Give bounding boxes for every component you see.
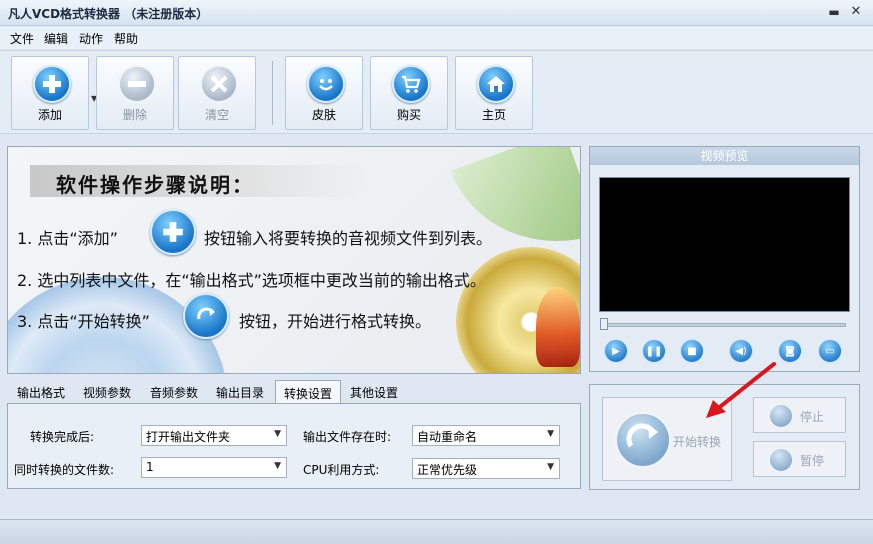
video-screen [599,177,850,312]
refresh-icon [615,412,671,468]
preview-title: 视频预览 [590,147,859,165]
pause-icon [769,448,793,472]
file-exists-select[interactable]: 自动重命名 ▼ [412,425,560,446]
stop-convert-label: 停止 [800,410,825,424]
pause-icon: ❚❚ [645,345,663,357]
step-1-text: 1. 点击“添加” [17,229,118,248]
convert-settings-panel: 转换完成后: 打开输出文件夹 ▼ 输出文件存在时: 自动重命名 ▼ 同时转换的文… [7,403,581,489]
guide-heading: 软件操作步骤说明： [56,173,254,197]
cpu-mode-label: CPU利用方式: [303,463,380,477]
video-preview-panel: 视频预览 ▶ ❚❚ ■ ◀) ◙ ▭ [589,146,860,372]
stop-icon: ■ [687,345,697,357]
tab-output-format[interactable]: 输出格式 [9,380,73,404]
seek-bar[interactable] [604,323,846,327]
menu-help[interactable]: 帮助 [114,30,138,47]
step-3-text-end: 按钮，开始进行格式转换。 [239,312,432,331]
toolbar: 添加 ▼ 删除 清空 皮肤 购买 主页 [0,50,873,134]
cpu-mode-value: 正常优先级 [417,463,478,477]
window-title: 凡人VCD格式转换器 （未注册版本） [8,7,209,21]
flame-graphic [536,287,580,367]
buy-button[interactable]: 购买 [370,56,448,130]
after-convert-value: 打开输出文件夹 [146,430,231,444]
minimize-button[interactable]: ▬ [825,3,843,21]
file-exists-label: 输出文件存在时: [303,430,392,444]
tab-other-settings[interactable]: 其他设置 [342,380,406,404]
skin-button[interactable]: 皮肤 [285,56,363,130]
pause-convert-label: 暂停 [800,454,825,468]
clear-button[interactable]: 清空 [178,56,256,130]
pause-convert-button[interactable]: 暂停 [753,441,846,477]
after-convert-select[interactable]: 打开输出文件夹 ▼ [141,425,287,446]
chevron-down-icon: ▼ [547,429,554,439]
speaker-icon: ◀) [735,345,747,357]
add-button[interactable]: 添加 ▼ [11,56,97,130]
minus-icon [118,65,156,103]
title-bar: 凡人VCD格式转换器 （未注册版本） ▬ ✕ [0,0,873,26]
delete-label: 删除 [122,108,147,122]
cart-icon [392,65,430,103]
tab-output-dir[interactable]: 输出目录 [208,380,272,404]
add-label: 添加 [37,108,62,122]
menu-file[interactable]: 文件 [10,30,34,47]
refresh-icon [183,293,229,339]
tab-video-params[interactable]: 视频参数 [75,380,139,404]
concurrent-files-value: 1 [146,460,154,474]
chevron-down-icon: ▼ [274,429,281,439]
annotation-arrow [706,362,776,418]
clear-label: 清空 [204,108,229,122]
camera-icon: ◙ [785,345,795,357]
close-button[interactable]: ✕ [847,3,865,21]
heading-bar: 软件操作步骤说明： [30,165,370,197]
home-label: 主页 [481,108,506,122]
smiley-icon [307,65,345,103]
menu-bar: 文件 编辑 动作 帮助 [0,27,873,49]
skin-label: 皮肤 [311,108,336,122]
chevron-down-icon: ▼ [274,461,281,471]
step-3-text: 3. 点击“开始转换” [17,312,150,331]
home-button[interactable]: 主页 [455,56,533,130]
buy-label: 购买 [396,108,421,122]
seek-handle[interactable] [600,318,608,330]
open-folder-button[interactable]: ▭ [818,339,842,363]
menu-action[interactable]: 动作 [79,30,103,47]
file-exists-value: 自动重命名 [417,430,478,444]
tab-convert-settings[interactable]: 转换设置 [275,380,342,405]
concurrent-files-label: 同时转换的文件数: [14,463,115,477]
folder-icon: ▭ [825,345,835,357]
chevron-down-icon: ▼ [547,462,554,472]
snapshot-button[interactable]: ◙ [778,339,802,363]
play-button[interactable]: ▶ [604,339,628,363]
status-bar [0,519,873,544]
plus-icon [150,209,196,255]
step-2-text: 2. 选中列表中文件，在“输出格式”选项框中更改当前的输出格式。 [17,271,486,290]
menu-edit[interactable]: 编辑 [44,30,68,47]
cpu-mode-select[interactable]: 正常优先级 ▼ [412,458,560,479]
delete-button[interactable]: 删除 [96,56,174,130]
toolbar-divider [272,61,273,125]
step-1-text-end: 按钮输入将要转换的音视频文件到列表。 [204,229,493,248]
play-icon: ▶ [612,345,620,357]
plus-icon [33,65,71,103]
start-convert-label: 开始转换 [673,435,722,449]
home-icon [477,65,515,103]
instruction-panel: 软件操作步骤说明： 1. 点击“添加” 按钮输入将要转换的音视频文件到列表。 2… [7,146,581,374]
clear-x-icon [200,65,238,103]
after-convert-label: 转换完成后: [30,430,95,444]
concurrent-files-select[interactable]: 1 ▼ [141,457,287,478]
tab-audio-params[interactable]: 音频参数 [142,380,206,404]
pause-button[interactable]: ❚❚ [642,339,666,363]
